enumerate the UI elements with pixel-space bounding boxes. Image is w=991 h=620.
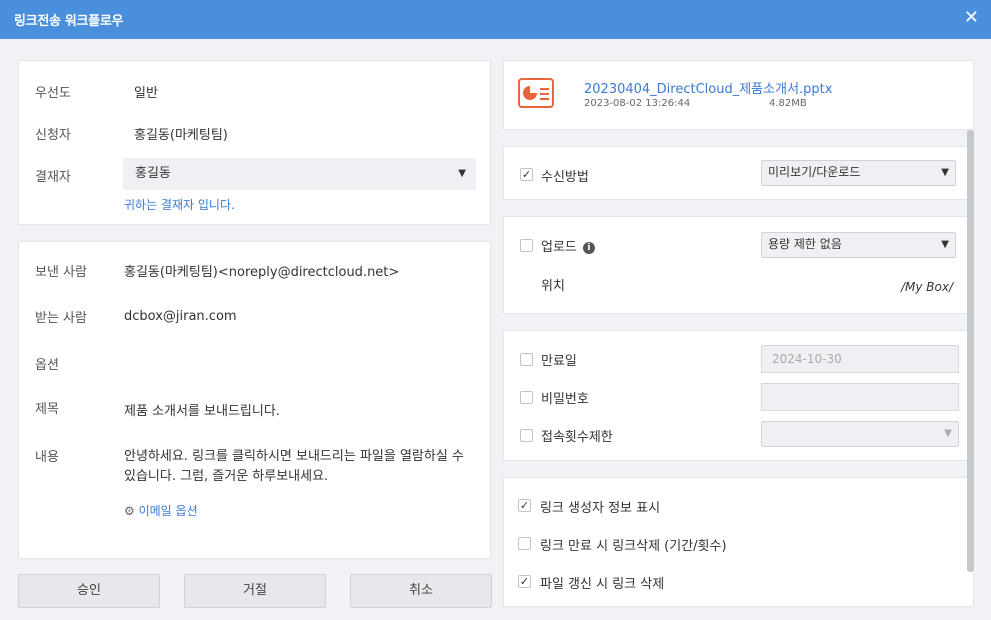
approver-note: 귀하는 결재자 입니다. — [124, 198, 235, 212]
delete-on-expiry-checkbox[interactable] — [518, 537, 531, 550]
upload-checkbox[interactable] — [520, 239, 533, 252]
location-label: 위치 — [541, 279, 565, 294]
approver-select-value: 홍길동 — [135, 166, 171, 181]
expiry-label: 만료일 — [541, 354, 577, 369]
info-icon[interactable]: i — [582, 241, 595, 254]
location-value: /My Box/ — [900, 280, 953, 294]
options-label: 옵션 — [35, 358, 59, 373]
body-label: 내용 — [35, 450, 59, 465]
delete-on-update-checkbox[interactable]: ✓ — [518, 575, 531, 588]
delete-on-expiry-label: 링크 만료 시 링크삭제 (기간/횟수) — [540, 539, 727, 554]
expiry-checkbox[interactable] — [520, 353, 533, 366]
body-value: 안녕하세요. 링크를 클릭하시면 보내드리는 파일을 열람하실 수 있습니다. … — [124, 449, 464, 484]
receive-method-value: 미리보기/다운로드 — [768, 165, 861, 179]
access-limit-checkbox[interactable] — [520, 429, 533, 442]
receive-method-label: 수신방법 — [541, 170, 589, 185]
access-limit-label: 접속횟수제한 — [541, 430, 613, 445]
reject-button[interactable]: 거절 — [184, 574, 326, 608]
show-creator-checkbox[interactable]: ✓ — [518, 499, 531, 512]
show-creator-label: 링크 생성자 정보 표시 — [540, 501, 661, 516]
subject-label: 제목 — [35, 402, 59, 417]
cancel-button[interactable]: 취소 — [350, 574, 492, 608]
mail-panel: 보낸 사람 홍길동(마케팅팀)<noreply@directcloud.net>… — [18, 241, 491, 559]
subject-value: 제품 소개서를 보내드립니다. — [124, 404, 280, 419]
file-name-link[interactable]: 20230404_DirectCloud_제품소개서.pptx — [584, 78, 832, 97]
priority-value: 일반 — [134, 86, 158, 101]
password-input[interactable] — [761, 383, 959, 411]
chevron-down-icon: ▼ — [941, 239, 949, 250]
close-icon[interactable]: ✕ — [964, 8, 979, 28]
approver-label: 결재자 — [35, 170, 71, 185]
file-size: 4.82MB — [769, 98, 807, 109]
requester-label: 신청자 — [35, 128, 71, 143]
receive-method-checkbox[interactable]: ✓ — [520, 168, 533, 181]
approval-panel: 우선도 일반 신청자 홍길동(마케팅팀) 결재자 홍길동 ▼ 귀하는 결재자 입… — [18, 60, 491, 225]
file-date: 2023-08-02 13:26:44 — [584, 98, 691, 109]
access-limit-select[interactable]: ▼ — [761, 421, 959, 447]
recipient-label: 받는 사람 — [35, 311, 87, 326]
password-label: 비밀번호 — [541, 392, 589, 407]
email-options-label: 이메일 옵션 — [138, 504, 198, 518]
upload-section: 업로드 i 용량 제한 없음 ▼ 위치 /My Box/ — [503, 216, 974, 314]
upload-label: 업로드 i — [541, 236, 595, 255]
approver-select[interactable]: 홍길동 ▼ — [123, 158, 476, 190]
file-card: 20230404_DirectCloud_제품소개서.pptx 2023-08-… — [503, 60, 974, 130]
link-options-section: ✓ 링크 생성자 정보 표시 링크 만료 시 링크삭제 (기간/횟수) ✓ 파일… — [503, 477, 974, 607]
chevron-down-icon: ▼ — [944, 428, 952, 439]
password-checkbox[interactable] — [520, 391, 533, 404]
pptx-file-icon — [518, 78, 554, 108]
link-limits-section: 만료일 2024-10-30 비밀번호 접속횟수제한 ▼ — [503, 330, 974, 461]
requester-value: 홍길동(마케팅팀) — [134, 128, 228, 143]
title-bar: 링크전송 워크플로우 ✕ — [0, 0, 991, 39]
delete-on-update-label: 파일 갱신 시 링크 삭제 — [540, 577, 665, 592]
gear-icon: ⚙ — [124, 504, 135, 518]
approve-button[interactable]: 승인 — [18, 574, 160, 608]
upload-label-text: 업로드 — [541, 240, 577, 255]
email-options-link[interactable]: ⚙ 이메일 옵션 — [124, 502, 198, 519]
recipient-value: dcbox@jiran.com — [124, 309, 237, 324]
upload-limit-value: 용량 제한 없음 — [768, 237, 842, 251]
expiry-date-input[interactable]: 2024-10-30 — [761, 345, 959, 373]
upload-limit-select[interactable]: 용량 제한 없음 ▼ — [761, 232, 956, 258]
chevron-down-icon: ▼ — [458, 168, 466, 179]
sender-value: 홍길동(마케팅팀)<noreply@directcloud.net> — [124, 265, 400, 280]
priority-label: 우선도 — [35, 86, 71, 101]
receive-method-section: ✓ 수신방법 미리보기/다운로드 ▼ — [503, 146, 974, 200]
receive-method-select[interactable]: 미리보기/다운로드 ▼ — [761, 160, 956, 186]
window-title: 링크전송 워크플로우 — [14, 14, 124, 29]
chevron-down-icon: ▼ — [941, 167, 949, 178]
sender-label: 보낸 사람 — [35, 265, 87, 280]
scrollbar[interactable] — [967, 130, 974, 572]
